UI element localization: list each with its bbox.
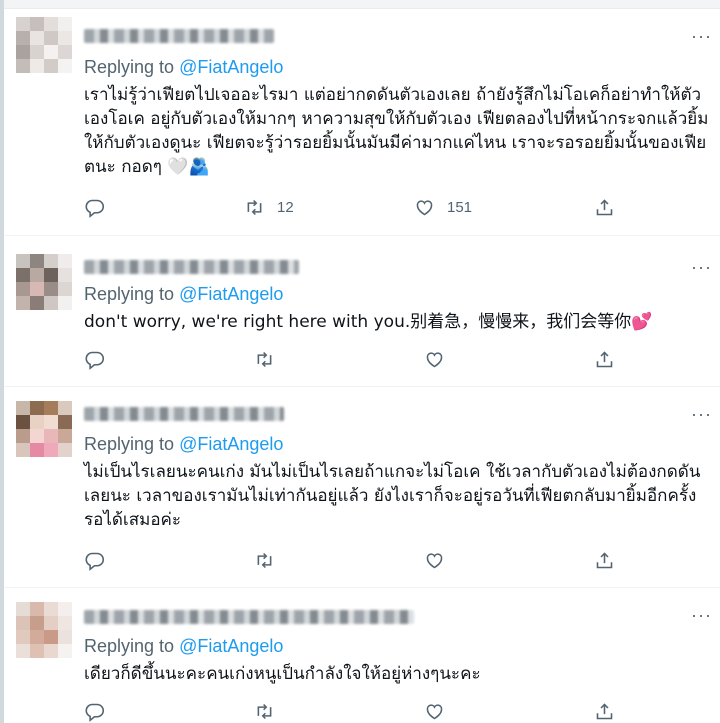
replying-to-label: Replying to (84, 57, 175, 77)
avatar[interactable] (16, 254, 72, 310)
replying-to-handle[interactable]: @FiatAngelo (179, 636, 283, 656)
avatar[interactable] (16, 17, 72, 73)
like-button[interactable]: 151 (414, 195, 472, 219)
share-icon (596, 551, 613, 568)
retweet-button[interactable] (254, 347, 275, 371)
reply-button[interactable] (84, 195, 105, 219)
display-name-blurred[interactable] (84, 610, 414, 624)
action-bar (84, 347, 624, 371)
retweet-button[interactable] (254, 548, 275, 572)
share-button[interactable] (594, 347, 615, 371)
tweet-text: ไม่เป็นไรเลยนะคนเก่ง มันไม่เป็นไรเลยถ้าแ… (84, 462, 701, 530)
reply-tweet[interactable]: ··· Replying to @FiatAngelo เราไม่รู้ว่า… (4, 9, 720, 236)
like-button[interactable] (424, 699, 445, 723)
action-bar (84, 548, 624, 572)
reply-tweet[interactable]: ··· Replying to @FiatAngelo เดียวก็ดีขึ้… (4, 588, 720, 723)
retweet-icon (257, 351, 272, 367)
more-icon[interactable]: ··· (691, 27, 712, 45)
reply-tweet[interactable]: ··· Replying to @FiatAngelo ไม่เป็นไรเลย… (4, 387, 720, 588)
avatar[interactable] (16, 602, 72, 658)
retweet-icon (257, 552, 272, 568)
action-bar: 12 151 (84, 195, 624, 219)
share-button[interactable] (594, 699, 615, 723)
reply-button[interactable] (84, 548, 105, 572)
top-edge (0, 0, 720, 9)
display-name-blurred[interactable] (84, 407, 284, 421)
share-button[interactable] (594, 548, 615, 572)
share-button[interactable] (594, 195, 615, 219)
replying-to-label: Replying to (84, 636, 175, 656)
replying-to-handle[interactable]: @FiatAngelo (179, 434, 283, 454)
reply-icon (85, 351, 105, 370)
heart-icon (426, 703, 443, 719)
replying-to-handle[interactable]: @FiatAngelo (179, 284, 283, 304)
replying-to: Replying to @FiatAngelo (84, 284, 283, 305)
retweet-icon (247, 199, 262, 215)
avatar[interactable] (16, 401, 72, 457)
reply-button[interactable] (84, 347, 105, 371)
reply-button[interactable] (84, 699, 105, 723)
replying-to: Replying to @FiatAngelo (84, 434, 283, 455)
action-bar (84, 699, 624, 723)
reply-icon (85, 199, 105, 218)
more-icon[interactable]: ··· (691, 258, 712, 276)
replying-to-label: Replying to (84, 434, 175, 454)
retweet-icon (257, 703, 272, 719)
share-icon (596, 350, 613, 367)
tweet-text: เราไม่รู้ว่าเฟียตไปเจออะไรมา แต่อย่ากดดั… (84, 85, 709, 177)
display-name-blurred[interactable] (84, 29, 274, 43)
replying-to: Replying to @FiatAngelo (84, 636, 283, 657)
display-name-blurred[interactable] (84, 260, 299, 274)
reply-tweet[interactable]: ··· Replying to @FiatAngelo don't worry,… (4, 236, 720, 387)
tweet-text: don't worry, we're right here with you.别… (84, 312, 653, 332)
retweet-button[interactable]: 12 (244, 195, 294, 219)
more-icon[interactable]: ··· (691, 606, 712, 624)
replying-to-handle[interactable]: @FiatAngelo (179, 57, 283, 77)
heart-icon (426, 552, 443, 568)
replying-to-label: Replying to (84, 284, 175, 304)
retweet-button[interactable] (254, 699, 275, 723)
tweet-text: เดียวก็ดีขึ้นนะคะคนเก่งหนูเป็นกำลังใจให้… (84, 664, 481, 684)
heart-icon (416, 199, 433, 215)
like-count: 151 (447, 198, 473, 216)
reply-icon (85, 552, 105, 571)
like-button[interactable] (424, 347, 445, 371)
share-icon (596, 198, 613, 215)
retweet-count: 12 (277, 198, 294, 216)
reply-icon (85, 703, 105, 722)
heart-icon (426, 351, 443, 367)
like-button[interactable] (424, 548, 445, 572)
replying-to: Replying to @FiatAngelo (84, 57, 283, 78)
share-icon (596, 702, 613, 719)
more-icon[interactable]: ··· (691, 405, 712, 423)
